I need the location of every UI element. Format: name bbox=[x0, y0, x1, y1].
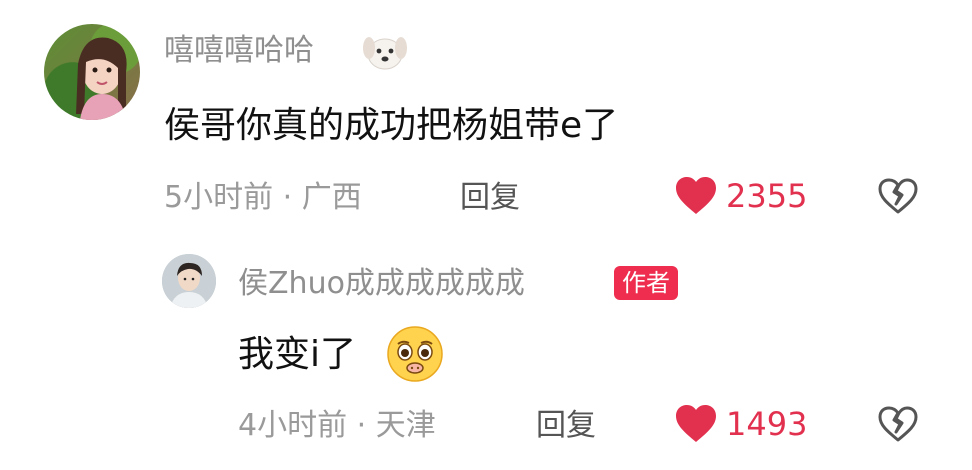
comment-like-button[interactable] bbox=[674, 176, 718, 216]
reply-dislike-button[interactable] bbox=[878, 406, 918, 442]
author-avatar[interactable] bbox=[162, 254, 216, 308]
commenter-avatar[interactable] bbox=[44, 24, 140, 120]
reply-reply-button[interactable]: 回复 bbox=[536, 408, 596, 444]
commenter-username[interactable]: 嘻嘻嘻哈哈 bbox=[164, 33, 314, 69]
broken-heart-icon[interactable] bbox=[878, 178, 918, 214]
comment-text: 侯哥你真的成功把杨姐带e了 bbox=[164, 105, 619, 146]
comment-dislike-button[interactable] bbox=[878, 178, 918, 214]
pleading-face-icon bbox=[384, 324, 446, 384]
broken-heart-icon[interactable] bbox=[878, 406, 918, 442]
dog-face-icon bbox=[360, 32, 410, 72]
comment-like-count: 2355 bbox=[726, 177, 808, 215]
comment-reply-button[interactable]: 回复 bbox=[460, 180, 520, 216]
comment-time-location: 5小时前 · 广西 bbox=[164, 180, 362, 215]
reply-like-count: 1493 bbox=[726, 405, 808, 443]
author-username[interactable]: 侯Zhuo成成成成成成 bbox=[238, 266, 525, 302]
heart-icon[interactable] bbox=[674, 404, 718, 444]
reply-text: 我变i了 bbox=[238, 334, 357, 375]
heart-icon[interactable] bbox=[674, 176, 718, 216]
reply-time-location: 4小时前 · 天津 bbox=[238, 408, 436, 443]
author-badge: 作者 bbox=[614, 266, 678, 300]
reply-like-button[interactable] bbox=[674, 404, 718, 444]
